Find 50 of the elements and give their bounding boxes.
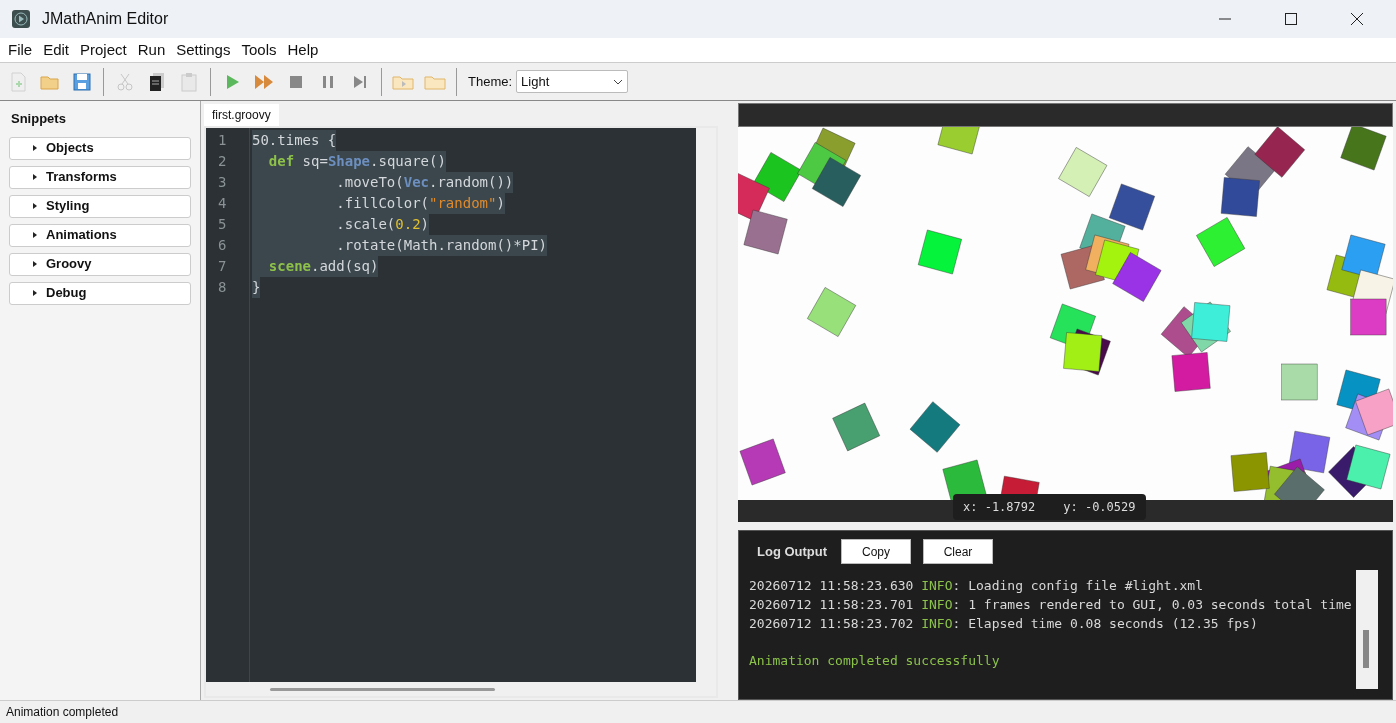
y-coordinate: y: -0.0529 — [1063, 499, 1136, 516]
theme-dropdown[interactable]: Light — [516, 70, 629, 93]
close-icon[interactable] — [1350, 12, 1364, 26]
snippet-category[interactable]: Styling — [9, 194, 191, 218]
chevron-icon — [613, 78, 624, 85]
log-line: Animation completed successfully — [749, 652, 1001, 670]
line-number: 2 — [217, 152, 228, 171]
snippet-category[interactable]: Objects — [9, 136, 191, 160]
code-editor[interactable]: 1 2 3 4 5 6 7 8 50.times { def sq=Shape.square() .moveTo(Vec.random()) .fillColor("random") .scale(0.2) .rotate(Math.random()*PI) scene.add(sq) } — [206, 128, 716, 682]
line-number: 1 — [217, 131, 228, 150]
log-line: 20260712 11:58:23.702 INFO: Elapsed time 0.08 seconds (12.35 fps) — [749, 615, 1259, 633]
log-title: Log Output — [757, 542, 828, 561]
menu-item[interactable]: Project — [76, 38, 131, 62]
line-number: 5 — [217, 215, 228, 234]
caret-icon — [32, 174, 38, 180]
scrollbar[interactable] — [1356, 570, 1378, 689]
line-number: 6 — [217, 236, 228, 255]
snippet-category[interactable]: Debug — [9, 281, 191, 305]
maximize-icon[interactable] — [1284, 12, 1298, 26]
caret-icon — [32, 203, 38, 209]
log-button[interactable]: Clear — [923, 539, 994, 564]
log-button[interactable]: Copy — [841, 539, 912, 564]
vertical-scrollbar[interactable] — [696, 128, 716, 682]
menu-item[interactable]: Tools — [237, 38, 281, 62]
file-tab[interactable]: first.groovy — [204, 104, 279, 126]
caret-icon — [32, 232, 38, 238]
window-title: JMathAnim Editor — [42, 9, 169, 29]
line-number: 3 — [217, 173, 228, 192]
line-number: 7 — [217, 257, 228, 276]
menu-item[interactable]: Settings — [172, 38, 235, 62]
line-number: 8 — [217, 278, 228, 297]
log-line: 20260712 11:58:23.630 INFO: Loading config file #light.xml — [749, 577, 1204, 595]
save-icon — [71, 70, 93, 93]
x-coordinate: x: -1.8792 — [963, 499, 1036, 516]
menu-item[interactable]: Help — [283, 38, 323, 62]
app-icon — [12, 10, 30, 28]
menu-item[interactable]: Run — [133, 38, 170, 62]
menu-item[interactable]: File — [4, 38, 37, 62]
snippet-category[interactable]: Groovy — [9, 252, 191, 276]
log-line: 20260712 11:58:23.701 INFO: 1 frames rendered to GUI, 0.03 seconds total time — [749, 596, 1353, 614]
paste-icon — [178, 70, 200, 93]
caret-icon — [32, 290, 38, 296]
snippet-category[interactable]: Animations — [9, 223, 191, 247]
theme-label: Theme: — [468, 72, 513, 91]
menu-item[interactable]: Edit — [39, 38, 74, 62]
line-number: 4 — [217, 194, 228, 213]
caret-icon — [32, 145, 38, 151]
panel-title: Snippets — [11, 110, 67, 128]
snippet-category[interactable]: Transforms — [9, 165, 191, 189]
caret-icon — [32, 261, 38, 267]
